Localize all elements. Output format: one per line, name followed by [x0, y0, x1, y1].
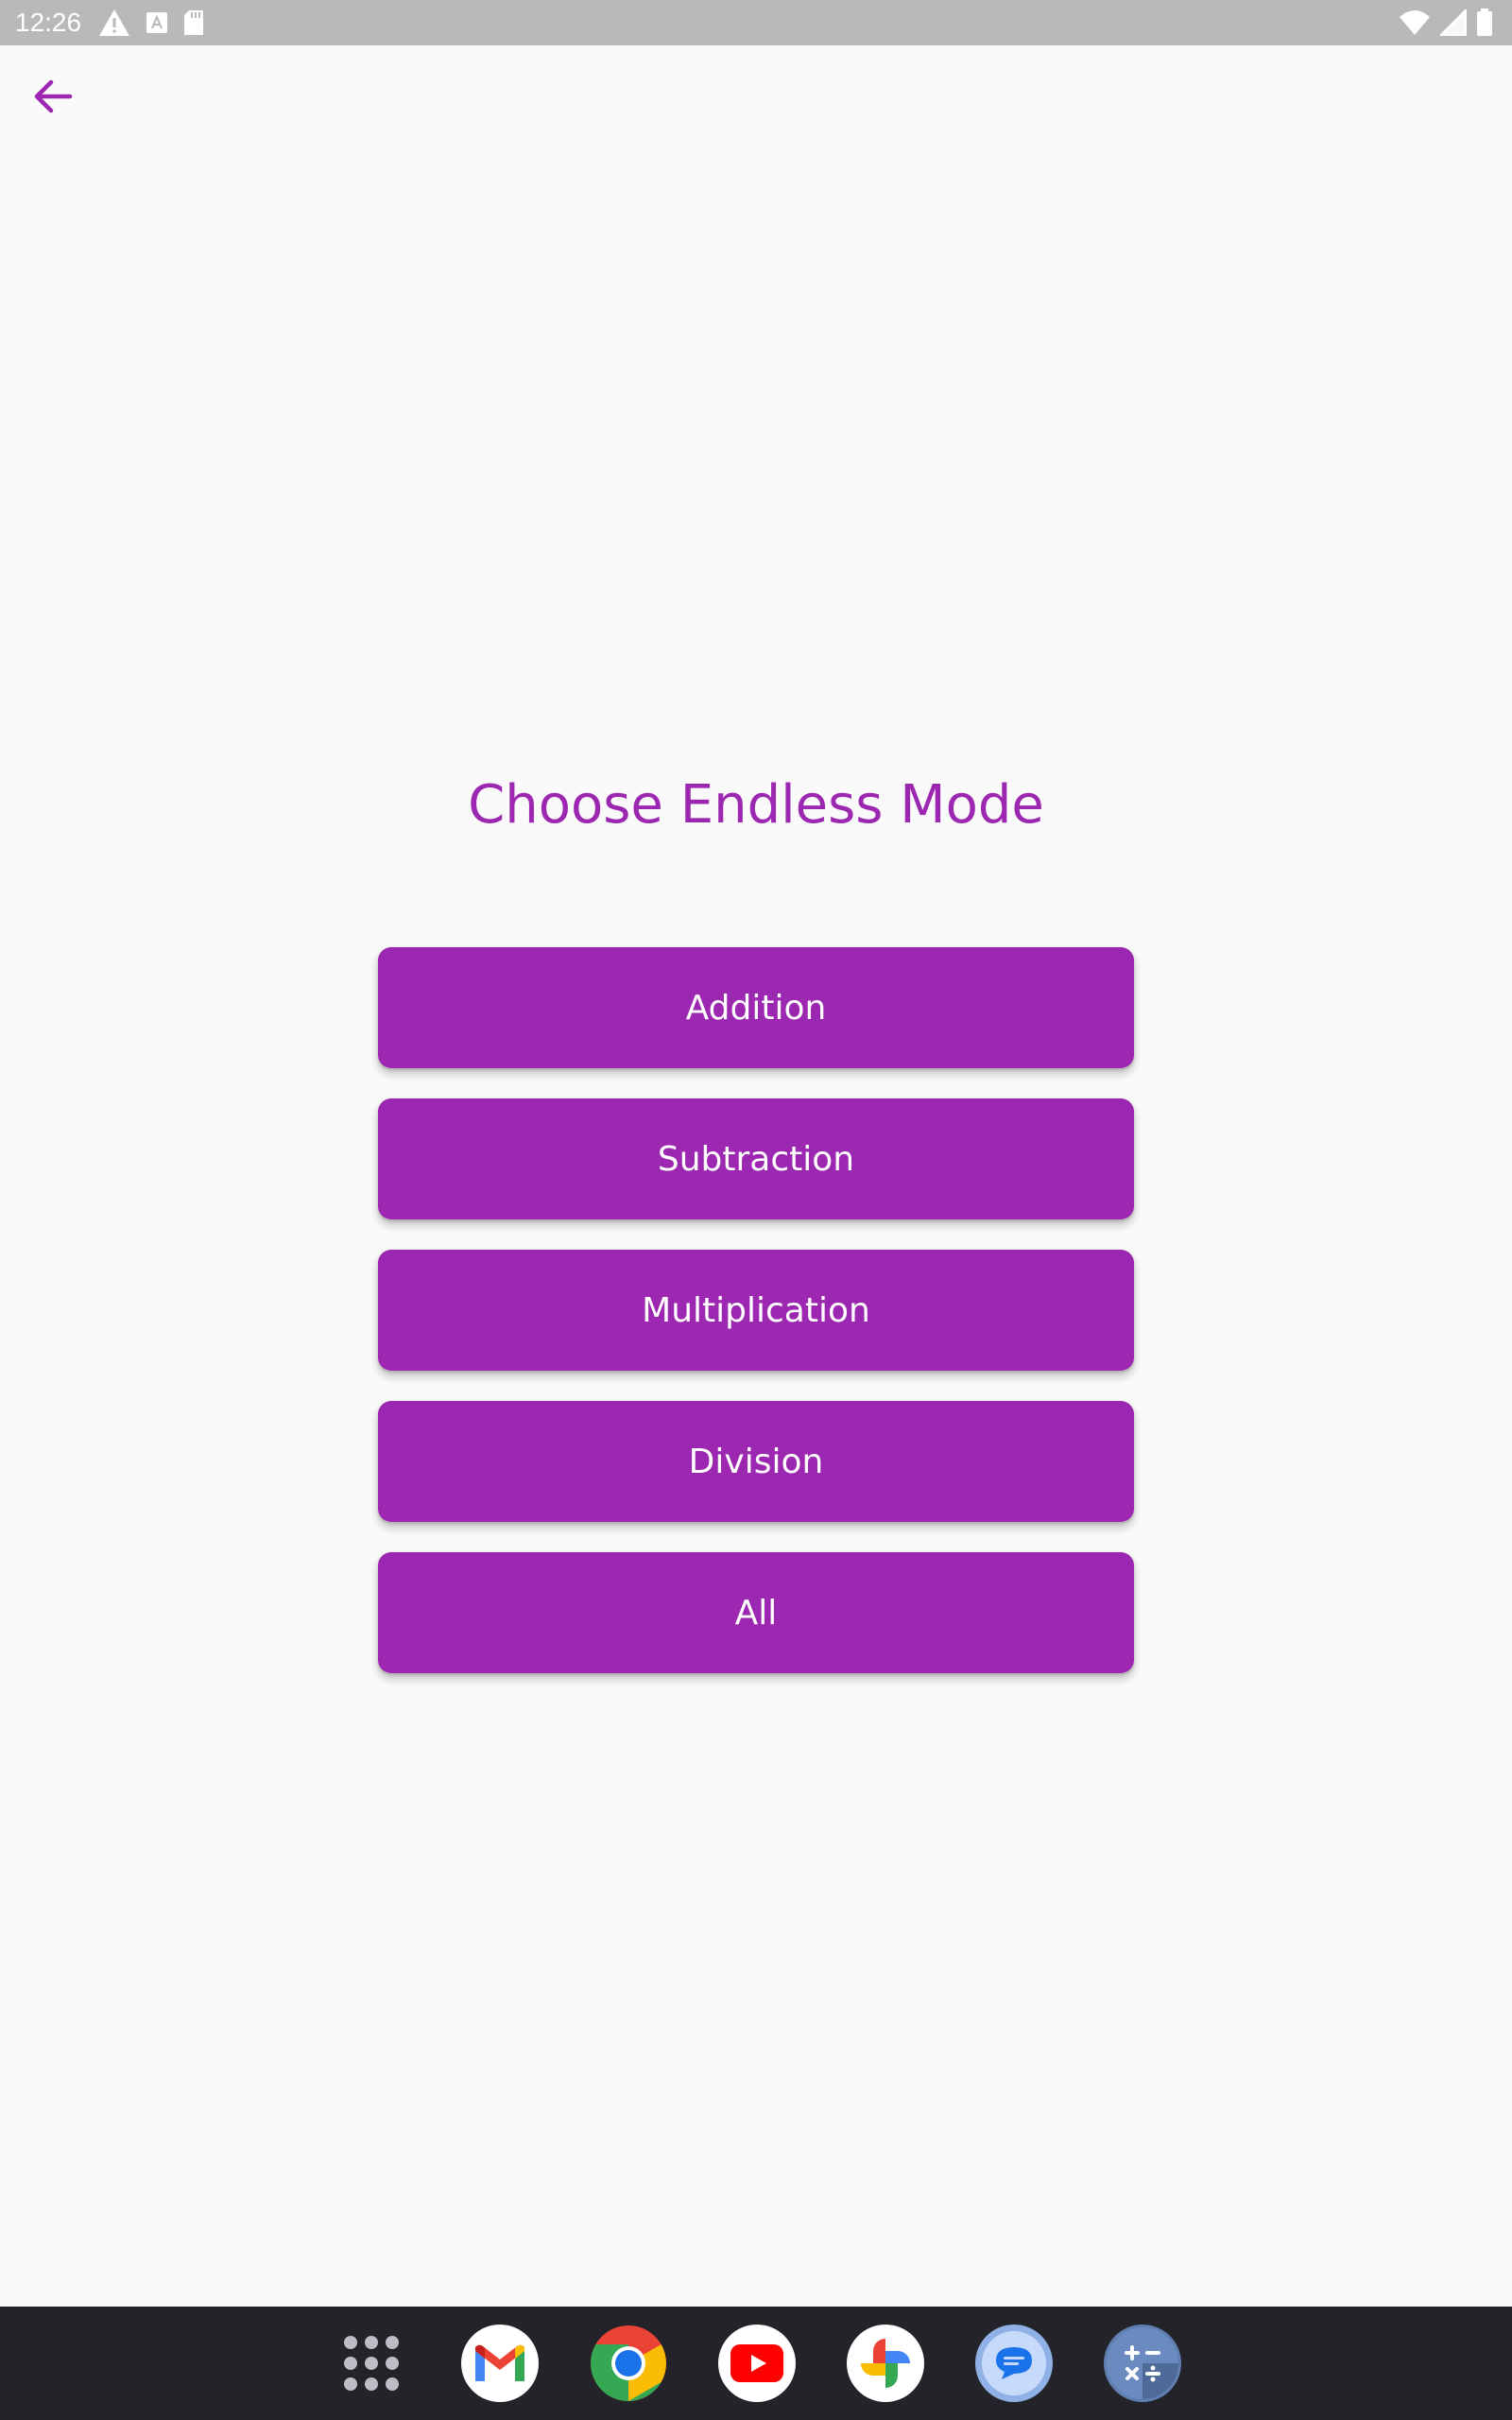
- back-button[interactable]: [23, 68, 83, 129]
- app-drawer-icon[interactable]: [333, 2325, 410, 2402]
- division-button[interactable]: Division: [378, 1401, 1134, 1522]
- messages-icon[interactable]: [975, 2325, 1053, 2402]
- status-icons-right: [1399, 8, 1493, 38]
- chrome-icon[interactable]: [590, 2325, 667, 2402]
- signal-icon: [1440, 9, 1467, 36]
- all-button[interactable]: All: [378, 1552, 1134, 1673]
- addition-button[interactable]: Addition: [378, 947, 1134, 1068]
- page-title: Choose Endless Mode: [468, 774, 1044, 836]
- status-bar: 12:26: [0, 0, 1512, 45]
- wifi-icon: [1399, 9, 1431, 36]
- status-icons-left: [98, 8, 204, 38]
- a-notification-icon: [146, 11, 168, 34]
- arrow-left-icon: [32, 78, 74, 119]
- calculator-icon[interactable]: [1104, 2325, 1181, 2402]
- battery-icon: [1476, 9, 1493, 37]
- mode-list: Addition Subtraction Multiplication Divi…: [378, 947, 1134, 1703]
- photos-icon[interactable]: [847, 2325, 924, 2402]
- alert-icon: [98, 9, 130, 37]
- dock-icons: [333, 2322, 1181, 2405]
- youtube-icon[interactable]: [718, 2325, 796, 2402]
- dock: [0, 2307, 1512, 2420]
- gmail-icon[interactable]: [461, 2325, 539, 2402]
- multiplication-button[interactable]: Multiplication: [378, 1250, 1134, 1371]
- sd-card-icon: [183, 9, 204, 36]
- status-time: 12:26: [15, 8, 82, 37]
- subtraction-button[interactable]: Subtraction: [378, 1098, 1134, 1219]
